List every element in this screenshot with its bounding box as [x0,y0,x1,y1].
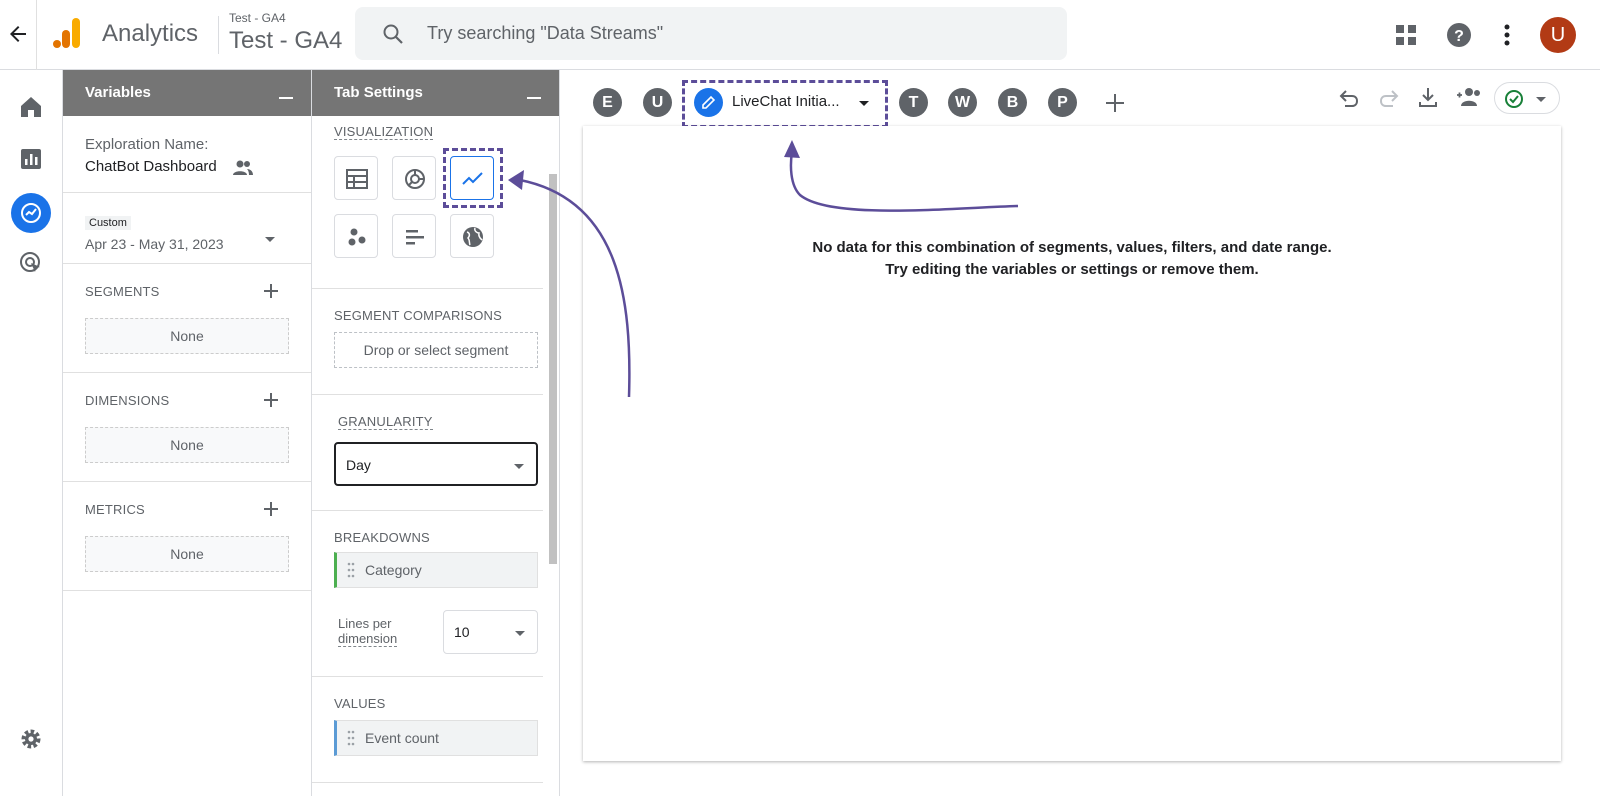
arrow-to-line-chart [519,178,631,398]
arrow-head-line-chart [508,170,524,190]
arrow-head-active-tab [784,140,800,158]
arrow-to-active-tab [789,151,1019,212]
annotation-arrows [508,140,1019,398]
